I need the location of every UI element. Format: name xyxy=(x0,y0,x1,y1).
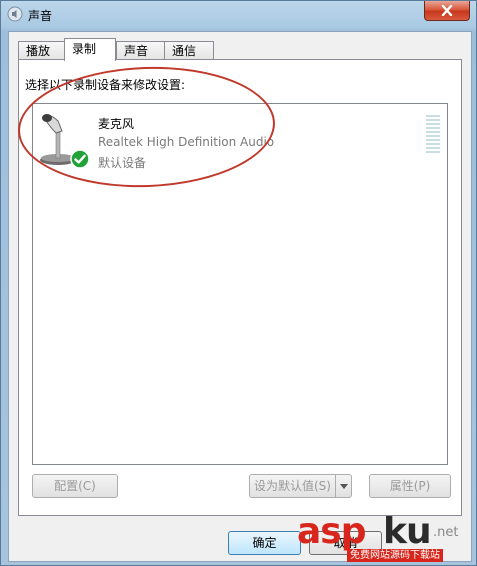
device-name: 麦克风 xyxy=(98,117,135,131)
chevron-down-icon xyxy=(339,483,348,489)
watermark-subtitle: 免费网站源码下载站 xyxy=(347,549,443,562)
ok-button[interactable]: 确定 xyxy=(228,531,301,555)
properties-button[interactable]: 属性(P) xyxy=(369,474,451,498)
recording-device-list[interactable]: 麦克风 Realtek High Definition Audio 默认设备 xyxy=(32,103,448,465)
set-default-button[interactable]: 设为默认值(S) xyxy=(249,474,352,498)
watermark-ku: ku xyxy=(383,511,432,552)
set-default-dropdown[interactable] xyxy=(335,475,351,497)
device-driver: Realtek High Definition Audio xyxy=(98,135,275,149)
default-check-icon xyxy=(70,149,90,169)
button-label: 属性(P) xyxy=(389,479,431,493)
close-icon xyxy=(441,5,453,16)
sound-dialog-window: 声音 播放 录制 声音 通信 选择以下录制设备来修改设置: 麦克风 Realte… xyxy=(0,0,477,566)
device-item-microphone[interactable]: 麦克风 Realtek High Definition Audio 默认设备 xyxy=(38,109,440,173)
tab-playback[interactable]: 播放 xyxy=(18,41,65,60)
recording-tab-panel: 选择以下录制设备来修改设置: 麦克风 Realtek High Definiti… xyxy=(18,59,462,516)
tab-label: 声音 xyxy=(124,44,149,58)
tab-label: 播放 xyxy=(26,44,51,58)
close-button[interactable] xyxy=(424,1,470,21)
title-bar[interactable]: 声音 xyxy=(1,1,476,31)
level-meter xyxy=(426,115,440,157)
tab-label: 通信 xyxy=(172,44,197,58)
speaker-icon xyxy=(7,6,23,22)
configure-button[interactable]: 配置(C) xyxy=(32,474,118,498)
button-label: 确定 xyxy=(252,536,277,550)
dialog-client-area: 播放 录制 声音 通信 选择以下录制设备来修改设置: 麦克风 Realtek H… xyxy=(8,31,472,562)
tab-communications[interactable]: 通信 xyxy=(164,41,214,60)
tab-sounds[interactable]: 声音 xyxy=(116,41,165,60)
device-status: 默认设备 xyxy=(98,156,147,170)
tab-label: 录制 xyxy=(72,42,97,56)
window-title: 声音 xyxy=(28,9,53,23)
button-label: 配置(C) xyxy=(54,479,96,493)
watermark-asp: asp xyxy=(297,511,366,552)
button-label: 设为默认值(S) xyxy=(254,479,331,493)
watermark-logo: asp ku .net 免费网站源码下载站 xyxy=(297,511,472,563)
tab-recording[interactable]: 录制 xyxy=(64,38,116,61)
watermark-net: .net xyxy=(433,525,459,540)
instruction-text: 选择以下录制设备来修改设置: xyxy=(25,78,186,92)
